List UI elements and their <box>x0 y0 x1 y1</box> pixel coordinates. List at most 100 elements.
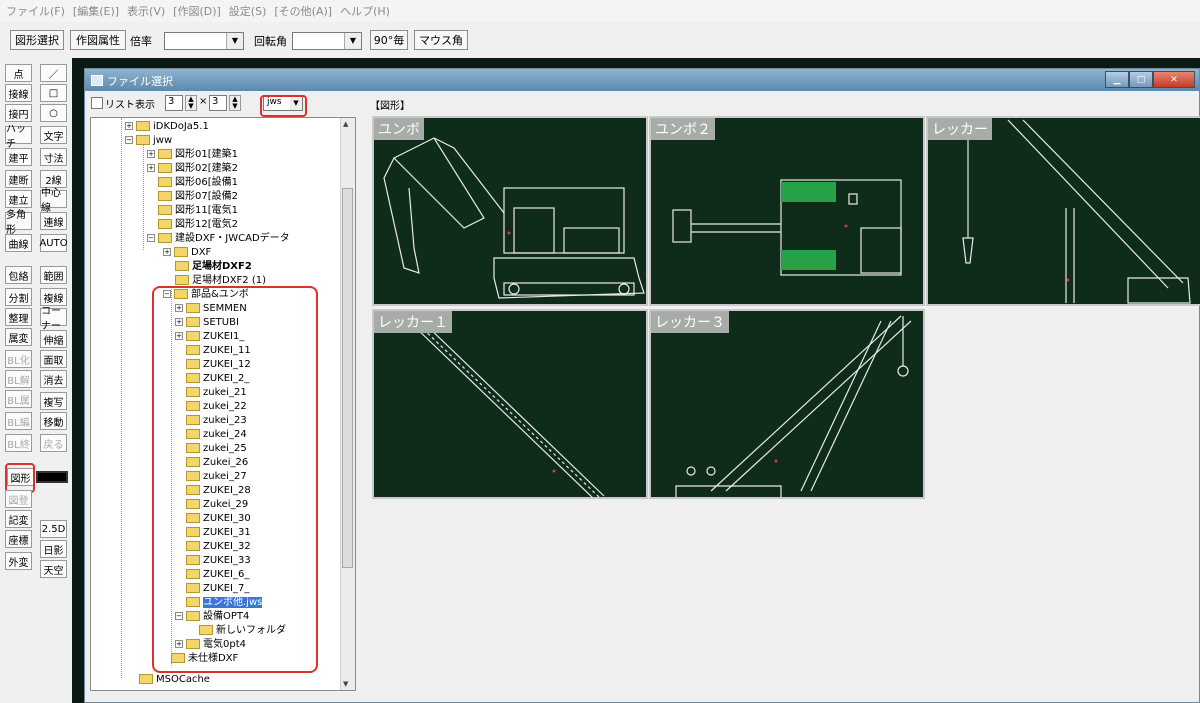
menu-help[interactable]: ヘルプ(H) <box>340 3 390 19</box>
tool-record-change[interactable]: 記変 <box>5 510 32 528</box>
tree-item[interactable]: 図形12[電気2 <box>158 218 238 231</box>
dialog-title: ファイル選択 <box>107 75 173 88</box>
options-row: リスト表示 3 ▲ ▼ × 3 ▲ ▼ jws ▼ <box>85 91 1199 115</box>
preview-cell[interactable]: レッカー１ <box>372 309 648 499</box>
tree-item[interactable]: − 建設DXF・JWCADデータ <box>147 232 290 245</box>
tool-hatch[interactable]: ハッチ <box>5 124 32 150</box>
tool-coordinate[interactable]: 座標 <box>5 530 32 548</box>
tool-auto[interactable]: AUTO <box>39 234 68 252</box>
scroll-thumb[interactable] <box>342 188 353 568</box>
preview-header: 【図形】 <box>370 101 410 112</box>
tool-polyline[interactable]: 連線 <box>40 212 67 230</box>
menu-edit[interactable]: [編集(E)] <box>73 3 119 19</box>
tree-item[interactable]: 図形06[設備1 <box>158 176 238 189</box>
tool-copy[interactable]: 複写 <box>40 392 67 410</box>
menu-file[interactable]: ファイル(F) <box>6 3 65 19</box>
tool-2-5d[interactable]: 2.5D <box>40 520 67 538</box>
tool-bl-attr[interactable]: BL属 <box>5 390 32 408</box>
tool-tidy[interactable]: 整理 <box>5 308 32 326</box>
tree-item[interactable]: 図形11[電気1 <box>158 204 238 217</box>
close-button[interactable]: ✕ <box>1153 71 1195 88</box>
tool-line[interactable]: ／ <box>40 64 67 82</box>
minimize-button[interactable]: ▁ <box>1105 71 1129 88</box>
tool-undo[interactable]: 戻る <box>40 434 67 452</box>
scale-label: 倍率 <box>130 35 152 48</box>
tool-figure-register[interactable]: 図登 <box>5 490 32 508</box>
tool-bl-edit[interactable]: BL編 <box>5 412 32 430</box>
tool-polygon[interactable]: 多角形 <box>5 210 32 236</box>
scale-combo[interactable]: ▼ <box>164 32 244 50</box>
tool-point[interactable]: 点 <box>5 64 32 82</box>
tree-item[interactable]: + iDKDoJa5.1 <box>125 120 209 133</box>
preview-cell[interactable]: レッカー３ <box>649 309 925 499</box>
tool-erase[interactable]: 消去 <box>40 370 67 388</box>
preview-cell[interactable]: ユンボ２ <box>649 116 925 306</box>
window-buttons: ▁ □ ✕ <box>1105 71 1195 88</box>
tool-divide[interactable]: 分割 <box>5 288 32 306</box>
tool-sky[interactable]: 天空 <box>40 560 67 578</box>
menu-settings[interactable]: 設定(S) <box>229 3 267 19</box>
preview-label: レッカー <box>928 118 992 140</box>
maximize-button[interactable]: □ <box>1129 71 1153 88</box>
tool-bl-end[interactable]: BL終 <box>5 434 32 452</box>
tool-range[interactable]: 範囲 <box>40 266 67 284</box>
tool-text[interactable]: 文字 <box>40 126 67 144</box>
draw-attr-button[interactable]: 作図属性 <box>70 30 126 50</box>
expand-icon[interactable]: + <box>163 248 171 256</box>
rows-spinner[interactable]: ▲ ▼ <box>229 95 241 111</box>
tree-scrollbar[interactable]: ▲ ▼ <box>340 118 355 690</box>
tool-dimension[interactable]: 寸法 <box>40 148 67 166</box>
mouse-angle-button[interactable]: マウス角 <box>414 30 468 50</box>
tree-item[interactable]: + DXF <box>163 246 211 259</box>
rotate-combo[interactable]: ▼ <box>292 32 362 50</box>
tree-item[interactable]: + 図形01[建築1 <box>147 148 238 161</box>
menu-other[interactable]: [その他(A)] <box>274 3 332 19</box>
tool-section[interactable]: 建断 <box>5 170 32 188</box>
collapse-icon[interactable]: − <box>147 234 155 242</box>
tool-bl-release[interactable]: BL解 <box>5 370 32 388</box>
tool-circle[interactable]: ○ <box>40 104 67 122</box>
tool-attr-change[interactable]: 属変 <box>5 328 32 346</box>
collapse-icon[interactable]: − <box>125 136 133 144</box>
scroll-up-icon[interactable]: ▲ <box>343 120 348 128</box>
cols-input[interactable]: 3 <box>165 95 183 111</box>
select-shape-button[interactable]: 図形選択 <box>10 30 64 50</box>
crane-tower-drawing <box>675 315 912 497</box>
tool-chamfer[interactable]: 面取 <box>40 350 67 368</box>
tool-corner[interactable]: コーナー <box>40 306 67 332</box>
tool-curve[interactable]: 曲線 <box>5 234 32 252</box>
tree-line <box>121 118 122 678</box>
tree-line <box>143 138 144 250</box>
preview-cell[interactable]: ユンボ <box>372 116 648 306</box>
menu-view[interactable]: 表示(V) <box>127 3 165 19</box>
folder-icon <box>136 135 150 145</box>
tool-external[interactable]: 外変 <box>5 552 32 570</box>
tree-item[interactable]: + 図形02[建築2 <box>147 162 238 175</box>
expand-icon[interactable]: + <box>125 122 133 130</box>
tree-item[interactable]: MSOCache <box>139 673 210 686</box>
menu-draw[interactable]: [作図(D)] <box>173 3 221 19</box>
excavator-drawing <box>383 137 645 299</box>
tool-shadow[interactable]: 日影 <box>40 540 67 558</box>
scroll-down-icon[interactable]: ▼ <box>343 680 348 688</box>
tool-tangent[interactable]: 接線 <box>5 84 32 102</box>
tool-plan[interactable]: 建平 <box>5 148 32 166</box>
tree-item[interactable]: 足場材DXF2 <box>175 260 252 273</box>
deg90-button[interactable]: 90°毎 <box>370 30 408 50</box>
dialog-titlebar[interactable]: ファイル選択 ▁ □ ✕ <box>85 69 1199 91</box>
tool-move[interactable]: 移動 <box>40 412 67 430</box>
layer-indicator <box>36 471 68 483</box>
preview-cell[interactable]: レッカー <box>926 116 1200 306</box>
list-view-checkbox[interactable] <box>91 97 103 109</box>
tool-center-line[interactable]: 中心線 <box>40 188 67 214</box>
tree-item[interactable]: 図形07[設備2 <box>158 190 238 203</box>
tool-stretch[interactable]: 伸縮 <box>40 330 67 348</box>
tool-bl-make[interactable]: BL化 <box>5 350 32 368</box>
tool-rect[interactable]: □ <box>40 84 67 102</box>
rows-input[interactable]: 3 <box>209 95 227 111</box>
tree-item[interactable]: − jww <box>125 134 172 147</box>
cols-spinner[interactable]: ▲ ▼ <box>185 95 197 111</box>
expand-icon[interactable]: + <box>147 150 155 158</box>
expand-icon[interactable]: + <box>147 164 155 172</box>
tool-envelope[interactable]: 包絡 <box>5 266 32 284</box>
